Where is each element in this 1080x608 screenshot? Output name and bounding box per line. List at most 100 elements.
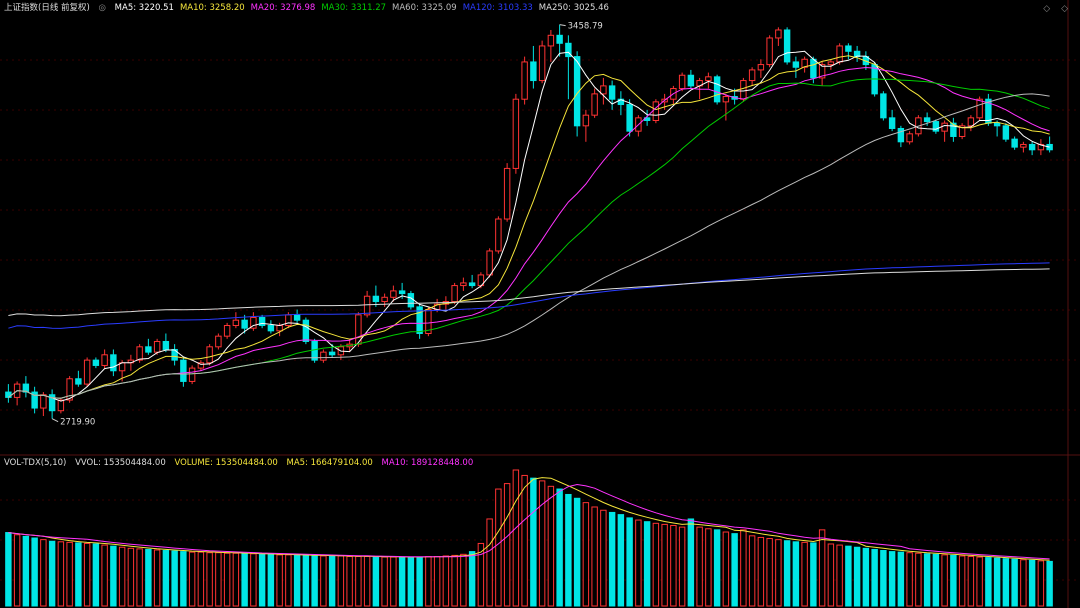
candle-body (451, 285, 458, 303)
volume-bar (617, 514, 625, 607)
volume-bar (783, 540, 791, 607)
volume-bar (915, 552, 922, 607)
volume-bar (83, 542, 91, 607)
volume-bar (416, 556, 423, 607)
volume-bar (827, 543, 835, 607)
settings-icon[interactable]: ◎ (99, 3, 106, 13)
candle-body (897, 127, 905, 143)
candle-body (320, 351, 327, 361)
volume-bar (993, 557, 1001, 607)
volume-bar (871, 548, 878, 607)
candle-body (5, 391, 12, 398)
volume-bar (503, 483, 511, 607)
volume-bar (206, 552, 213, 607)
volume-bar (643, 521, 651, 607)
volume-bar (731, 533, 738, 607)
volume-bar (740, 529, 747, 607)
candle-body (241, 319, 248, 329)
volume-bar (521, 474, 528, 607)
candle-body (591, 93, 598, 116)
volume-bar (293, 554, 301, 607)
volume-title: VOL-TDX(5,10) (4, 458, 67, 468)
volume-indicator-header: VOL-TDX(5,10) VVOL: 153504484.00 VOLUME:… (4, 457, 479, 469)
volume-ma10-line (8, 483, 1050, 560)
volume-bar (320, 555, 327, 607)
candle-body (328, 351, 336, 356)
volume-bar (941, 554, 948, 607)
candle-body (521, 61, 528, 100)
candle-body (932, 121, 940, 132)
candle-body (180, 359, 187, 382)
candle-body (775, 29, 782, 39)
candle-body (766, 37, 773, 66)
candle-body (390, 290, 397, 298)
volume-bar (748, 535, 756, 607)
volume-ma10-label: MA10: 189128448.00 (381, 458, 474, 468)
candle-body (136, 346, 143, 361)
candle-body (783, 29, 791, 63)
candle-body (215, 335, 222, 348)
volume-bar (678, 526, 686, 607)
volume-bar (573, 497, 581, 607)
volume-bar (153, 549, 161, 607)
volume-bar (713, 529, 721, 607)
volume-bar (136, 548, 143, 607)
candle-body (110, 354, 117, 372)
volume-bar (547, 485, 555, 607)
volume-bar (766, 538, 773, 607)
volume-bar (258, 553, 266, 607)
volume-bar (5, 532, 12, 607)
volume-bar (92, 543, 100, 607)
candle-body (757, 64, 765, 71)
candle-body (145, 346, 152, 353)
candle-body (101, 354, 108, 366)
volume-bar (1002, 558, 1010, 607)
volume-bar (223, 552, 231, 607)
candle-body (538, 45, 546, 82)
candle-body (1020, 143, 1027, 148)
price-indicator-header: 上证指数(日线 前复权) ◎ MA5: 3220.51 MA10: 3258.20… (4, 2, 621, 14)
volume-bar (180, 551, 187, 607)
candle-body (293, 314, 301, 321)
ma-legend-item: MA60: 3325.09 (392, 3, 457, 13)
candle-body (722, 96, 730, 103)
volume-bar (635, 519, 642, 607)
candle-body (967, 117, 975, 127)
candle-body (678, 74, 686, 90)
volume-bar (101, 544, 108, 607)
candle-body (626, 104, 633, 132)
volume-bar (687, 518, 695, 607)
candle-body (1011, 138, 1018, 148)
kline-chart[interactable]: 3458.79 2719.90 (0, 0, 1080, 608)
volume-bar (512, 469, 520, 607)
volume-ma5-label: MA5: 166479104.00 (286, 458, 373, 468)
volume-bar (171, 550, 178, 607)
volume-bar (880, 550, 887, 607)
candle-body (223, 325, 231, 337)
candle-body (600, 85, 607, 95)
volume-bar (31, 537, 38, 607)
ma-legend-item: MA250: 3025.46 (538, 3, 609, 13)
candle-body (495, 218, 502, 252)
candle-body (206, 346, 213, 364)
candle-body (381, 296, 388, 303)
volume-bar (460, 553, 467, 607)
ma-legend-item: MA30: 3311.27 (321, 3, 387, 13)
volume-bar (468, 551, 476, 607)
ma-legend-item: MA10: 3258.20 (179, 3, 245, 13)
volume-bar (241, 553, 248, 607)
vvol-label: VVOL: 153504484.00 (75, 458, 166, 468)
volume-bar (923, 553, 931, 607)
price-annotations: 3458.79 2719.90 (51, 22, 603, 428)
volume-bar (372, 556, 380, 607)
candle-body (792, 61, 800, 68)
volume-bar (390, 556, 397, 607)
candle-body (888, 117, 896, 129)
window-control-icons[interactable]: ◇ ◇ (1043, 4, 1072, 14)
volume-bar (958, 555, 966, 607)
volume-bar (950, 554, 957, 607)
volume-bar (215, 552, 222, 607)
candle-body (582, 114, 590, 127)
candle-body (372, 295, 380, 303)
candle-body (687, 74, 695, 87)
